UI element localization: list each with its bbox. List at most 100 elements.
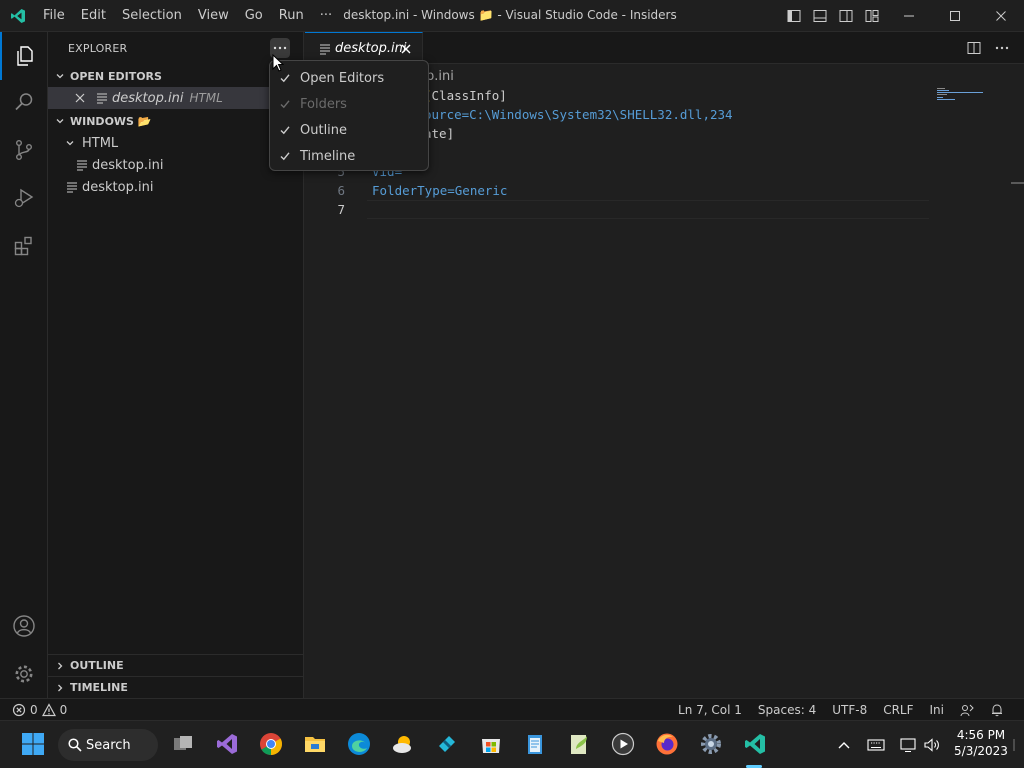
extensions-icon[interactable] bbox=[0, 222, 48, 270]
manage-gear-icon[interactable] bbox=[0, 650, 48, 698]
menu-item-label: Timeline bbox=[300, 148, 356, 164]
notepad-icon[interactable] bbox=[522, 731, 548, 757]
menu-file[interactable]: File bbox=[35, 0, 73, 32]
menu-go[interactable]: Go bbox=[237, 0, 271, 32]
status-items: Ln 7, Col 1 Spaces: 4 UTF-8 CRLF Ini bbox=[670, 699, 1012, 721]
microsoft-store-icon[interactable] bbox=[478, 731, 504, 757]
language-mode[interactable]: Ini bbox=[922, 699, 952, 721]
code-line-1[interactable]: [ClassInfo] bbox=[424, 88, 507, 103]
settings-gear-icon[interactable] bbox=[698, 731, 724, 757]
scrollbar-position[interactable] bbox=[1011, 182, 1024, 184]
editor-actions bbox=[966, 40, 1010, 60]
close-window-button[interactable] bbox=[978, 0, 1024, 32]
menu-bar: File Edit Selection View Go Run ··· bbox=[35, 0, 340, 32]
layout-controls bbox=[786, 0, 880, 32]
close-editor-icon[interactable] bbox=[70, 93, 90, 103]
clock-time: 4:56 PM bbox=[956, 728, 1006, 742]
chevron-right-icon bbox=[50, 683, 70, 693]
menu-item-timeline[interactable]: Timeline bbox=[270, 143, 428, 169]
menu-selection[interactable]: Selection bbox=[114, 0, 190, 32]
cursor-position[interactable]: Ln 7, Col 1 bbox=[670, 699, 750, 721]
minimize-button[interactable] bbox=[886, 0, 932, 32]
edge-icon[interactable] bbox=[346, 731, 372, 757]
explorer-icon[interactable] bbox=[0, 32, 48, 80]
open-editors-section-header[interactable]: OPEN EDITORS bbox=[48, 65, 304, 87]
menu-run[interactable]: Run bbox=[271, 0, 312, 32]
menu-item-open-editors[interactable]: Open Editors bbox=[270, 65, 428, 91]
breadcrumb[interactable]: p.ini bbox=[426, 66, 454, 88]
current-line-highlight bbox=[367, 200, 929, 219]
tab-label: desktop.ini bbox=[335, 41, 407, 56]
problems-indicator[interactable]: 0 0 bbox=[12, 699, 67, 721]
chrome-icon[interactable] bbox=[258, 731, 284, 757]
window-controls bbox=[886, 0, 1024, 32]
feedback-icon[interactable] bbox=[952, 699, 982, 721]
menu-item-label: Open Editors bbox=[300, 70, 385, 86]
accounts-icon[interactable] bbox=[0, 602, 48, 650]
app-cyan-icon[interactable] bbox=[434, 731, 460, 757]
line-number: 7 bbox=[337, 202, 345, 217]
tree-folder-html[interactable]: HTML bbox=[48, 132, 304, 154]
menu-edit[interactable]: Edit bbox=[73, 0, 114, 32]
end-of-line[interactable]: CRLF bbox=[875, 699, 921, 721]
menu-item-outline[interactable]: Outline bbox=[270, 117, 428, 143]
taskbar-search[interactable]: Search bbox=[58, 729, 158, 761]
file-lines-icon bbox=[97, 93, 107, 104]
tree-file-label: desktop.ini bbox=[82, 179, 154, 195]
network-monitor-icon[interactable] bbox=[898, 735, 918, 755]
checkmark-icon bbox=[270, 98, 300, 110]
minimap[interactable] bbox=[937, 88, 991, 102]
run-debug-icon[interactable] bbox=[0, 174, 48, 222]
close-tab-icon[interactable] bbox=[398, 41, 414, 57]
tree-file-desktop-ini[interactable]: desktop.ini bbox=[48, 176, 304, 198]
weather-icon[interactable] bbox=[390, 731, 416, 757]
search-icon[interactable] bbox=[0, 78, 48, 126]
firefox-icon[interactable] bbox=[654, 731, 680, 757]
indentation[interactable]: Spaces: 4 bbox=[750, 699, 824, 721]
clock-date: 5/3/2023 bbox=[954, 744, 1008, 758]
mouse-cursor-icon bbox=[272, 54, 284, 72]
notifications-bell-icon[interactable] bbox=[982, 699, 1012, 721]
more-actions-icon[interactable] bbox=[994, 40, 1010, 60]
source-control-icon[interactable] bbox=[0, 126, 48, 174]
status-bar: 0 0 Ln 7, Col 1 Spaces: 4 UTF-8 CRLF Ini bbox=[0, 698, 1024, 720]
file-lines-icon bbox=[77, 160, 87, 171]
customize-layout-icon[interactable] bbox=[864, 8, 880, 24]
menu-view[interactable]: View bbox=[190, 0, 237, 32]
windows-taskbar: Search 4:56 PM 5/3/2023 bbox=[0, 720, 1024, 768]
explorer-header: EXPLORER bbox=[68, 41, 128, 55]
menu-item-label: Outline bbox=[300, 122, 348, 138]
notepad-plus-icon[interactable] bbox=[566, 731, 592, 757]
file-lines-icon bbox=[67, 182, 77, 193]
show-hidden-icons-chevron-up-icon[interactable] bbox=[834, 735, 854, 755]
code-line-2[interactable]: ource=C:\Windows\System32\SHELL32.dll,23… bbox=[424, 107, 733, 122]
visual-studio-icon[interactable] bbox=[214, 731, 240, 757]
timeline-section-header[interactable]: TIMELINE bbox=[48, 676, 304, 698]
task-view-icon[interactable] bbox=[170, 731, 196, 757]
search-icon bbox=[68, 738, 82, 752]
notification-center-icon[interactable] bbox=[1008, 735, 1020, 755]
maximize-button[interactable] bbox=[932, 0, 978, 32]
toggle-secondary-sidebar-icon[interactable] bbox=[838, 8, 854, 24]
open-editor-item[interactable]: desktop.ini HTML bbox=[48, 87, 304, 109]
keyboard-icon[interactable] bbox=[866, 735, 886, 755]
volume-icon[interactable] bbox=[922, 735, 942, 755]
code-line-6[interactable]: FolderType=Generic bbox=[372, 183, 507, 198]
folder-section-header[interactable]: WINDOWS 📂 bbox=[48, 110, 304, 132]
system-clock[interactable]: 4:56 PM 5/3/2023 bbox=[952, 727, 1010, 759]
file-explorer-icon[interactable] bbox=[302, 731, 328, 757]
toggle-panel-icon[interactable] bbox=[812, 8, 828, 24]
outline-section-header[interactable]: OUTLINE bbox=[48, 654, 304, 676]
encoding[interactable]: UTF-8 bbox=[824, 699, 875, 721]
media-player-icon[interactable] bbox=[610, 731, 636, 757]
activity-bar bbox=[0, 32, 48, 698]
checkmark-icon bbox=[270, 150, 300, 162]
vscode-insiders-icon[interactable] bbox=[742, 731, 768, 757]
start-windows-icon[interactable] bbox=[20, 731, 46, 757]
error-count: 0 bbox=[30, 703, 38, 717]
chevron-down-icon bbox=[62, 138, 78, 148]
split-editor-icon[interactable] bbox=[966, 40, 982, 60]
folder-label: WINDOWS 📂 bbox=[70, 114, 152, 128]
toggle-primary-sidebar-icon[interactable] bbox=[786, 8, 802, 24]
tree-file-html-desktop-ini[interactable]: desktop.ini bbox=[48, 154, 304, 176]
